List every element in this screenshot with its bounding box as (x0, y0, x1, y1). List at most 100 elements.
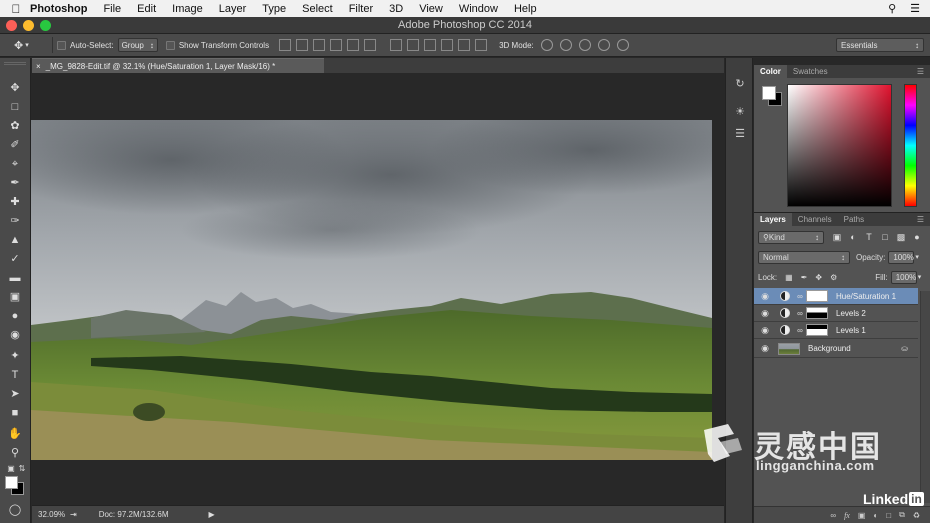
panel-grip[interactable] (4, 62, 26, 65)
distribute-left-icon[interactable] (441, 39, 454, 51)
close-tab-icon[interactable]: × (36, 62, 41, 71)
blur-tool-icon[interactable]: ● (7, 308, 23, 324)
filter-smart-object-icon[interactable]: ▩ (896, 232, 906, 242)
3d-orbit-icon[interactable] (540, 39, 553, 51)
visibility-eye-icon[interactable]: ◉ (754, 343, 776, 354)
lasso-tool-icon[interactable]: ✿ (7, 118, 23, 134)
healing-brush-tool-icon[interactable]: ✚ (7, 194, 23, 210)
document-tab[interactable]: × _MG_9828-Edit.tif @ 32.1% (Hue/Saturat… (32, 58, 324, 73)
3d-slide-icon[interactable] (597, 39, 610, 51)
layer-filter-dropdown[interactable]: ⚲Kind ↕ (758, 230, 824, 244)
menu-help[interactable]: Help (506, 3, 545, 15)
color-panel-foreground-swatch[interactable] (762, 86, 776, 100)
new-group-icon[interactable]: □ (886, 511, 891, 520)
distribute-vcenter-icon[interactable] (407, 39, 420, 51)
tab-channels[interactable]: Channels (792, 213, 838, 226)
menu-app-photoshop[interactable]: Photoshop (26, 3, 95, 15)
show-transform-controls-checkbox[interactable]: Show Transform Controls (165, 40, 269, 50)
layer-row-levels-2[interactable]: ◉ ∞ Levels 2 (754, 305, 918, 322)
rectangle-tool-icon[interactable]: ■ (7, 405, 23, 421)
filter-type-icon[interactable]: T (864, 232, 874, 242)
tab-layers[interactable]: Layers (754, 213, 792, 226)
type-tool-icon[interactable]: T (7, 367, 23, 383)
adjustments-panel-icon[interactable]: ☀ (732, 104, 748, 120)
align-right-icon[interactable] (364, 39, 377, 51)
tab-paths[interactable]: Paths (838, 213, 870, 226)
tab-color[interactable]: Color (754, 65, 787, 78)
tab-swatches[interactable]: Swatches (787, 65, 834, 78)
lock-position-icon[interactable]: ✥ (815, 273, 822, 282)
clone-stamp-tool-icon[interactable]: ▲ (7, 232, 23, 248)
mask-link-icon[interactable]: ∞ (794, 309, 806, 318)
gradient-tool-icon[interactable]: ▣ (7, 289, 23, 305)
history-brush-tool-icon[interactable]: ✓ (7, 251, 23, 267)
swap-colors-icon[interactable]: ⇅ (14, 461, 30, 477)
distribute-bottom-icon[interactable] (424, 39, 437, 51)
zoom-level[interactable]: 32.09% (32, 510, 70, 519)
blend-mode-dropdown[interactable]: Normal ↕ (758, 250, 850, 264)
3d-pan-icon[interactable] (578, 39, 591, 51)
spotlight-search-icon[interactable]: ⚲ (888, 2, 896, 15)
3d-roll-icon[interactable] (559, 39, 572, 51)
visibility-eye-icon[interactable]: ◉ (754, 291, 776, 302)
layer-mask-thumbnail[interactable] (806, 324, 828, 336)
align-bottom-icon[interactable] (313, 39, 326, 51)
fill-input[interactable]: 100% (890, 270, 917, 284)
mask-link-icon[interactable]: ∞ (794, 292, 806, 301)
properties-panel-icon[interactable]: ☰ (732, 126, 748, 142)
lock-all-icon[interactable]: ⚙ (830, 273, 837, 282)
distribute-hcenter-icon[interactable] (458, 39, 471, 51)
pen-tool-icon[interactable]: ✦ (7, 348, 23, 364)
layer-row-levels-1[interactable]: ◉ ∞ Levels 1 (754, 322, 918, 339)
menu-edit[interactable]: Edit (129, 3, 164, 15)
menu-filter[interactable]: Filter (341, 3, 381, 15)
link-layers-icon[interactable]: ∞ (830, 511, 836, 520)
visibility-eye-icon[interactable]: ◉ (754, 325, 776, 336)
menu-type[interactable]: Type (254, 3, 294, 15)
3d-scale-icon[interactable] (616, 39, 629, 51)
menu-select[interactable]: Select (294, 3, 341, 15)
move-tool-icon[interactable]: ✥ (7, 80, 23, 96)
eraser-tool-icon[interactable]: ▬ (7, 270, 23, 286)
lock-transparent-icon[interactable]: ▦ (785, 273, 793, 282)
filter-adjustment-icon[interactable]: ◐ (848, 232, 858, 242)
workspace-switcher[interactable]: Essentials ↕ (836, 38, 924, 52)
opacity-slider-arrow-icon[interactable]: ▾ (915, 253, 919, 261)
align-vcenter-icon[interactable] (296, 39, 309, 51)
history-panel-icon[interactable]: ↻ (732, 76, 748, 92)
status-menu-arrow-icon[interactable]: ▶ (209, 510, 215, 519)
mask-link-icon[interactable]: ∞ (794, 326, 806, 335)
menu-view[interactable]: View (411, 3, 451, 15)
crop-tool-icon[interactable]: ⌖ (7, 156, 23, 172)
visibility-eye-icon[interactable]: ◉ (754, 308, 776, 319)
layers-scrollbar[interactable] (920, 291, 930, 503)
menu-file[interactable]: File (95, 3, 129, 15)
layer-row-hue-saturation-1[interactable]: ◉ ∞ Hue/Saturation 1 (754, 288, 918, 305)
layer-mask-thumbnail[interactable] (806, 307, 828, 319)
hue-slider[interactable] (904, 84, 917, 207)
zoom-tool-icon[interactable]: ⚲ (7, 445, 23, 461)
auto-select-checkbox[interactable]: Auto-Select: (57, 40, 114, 50)
align-top-icon[interactable] (279, 39, 292, 51)
lock-pixels-icon[interactable]: ✒ (801, 273, 808, 282)
new-adjustment-icon[interactable]: ◐ (873, 511, 878, 520)
document-canvas-image[interactable] (31, 120, 712, 460)
move-tool-preset-icon[interactable]: ✥ ▾ (14, 37, 48, 53)
filter-pixel-icon[interactable]: ▣ (832, 232, 842, 242)
path-selection-tool-icon[interactable]: ➤ (7, 386, 23, 402)
panel-menu-icon[interactable]: ☰ (917, 67, 924, 76)
distribute-right-icon[interactable] (475, 39, 488, 51)
menu-3d[interactable]: 3D (381, 3, 411, 15)
menu-image[interactable]: Image (164, 3, 211, 15)
menu-layer[interactable]: Layer (211, 3, 255, 15)
notification-list-icon[interactable]: ☰ (910, 2, 920, 15)
new-layer-icon[interactable]: ⧉ (899, 510, 905, 520)
menu-window[interactable]: Window (451, 3, 506, 15)
dodge-tool-icon[interactable]: ◉ (7, 327, 23, 343)
fill-slider-arrow-icon[interactable]: ▾ (918, 273, 922, 281)
layer-row-background[interactable]: ◉ Background ⛀ (754, 340, 918, 358)
distribute-top-icon[interactable] (390, 39, 403, 51)
hand-tool-icon[interactable]: ✋ (7, 426, 23, 442)
layer-style-icon[interactable]: fx (844, 511, 850, 520)
apple-menu-icon[interactable]:  (6, 2, 26, 16)
